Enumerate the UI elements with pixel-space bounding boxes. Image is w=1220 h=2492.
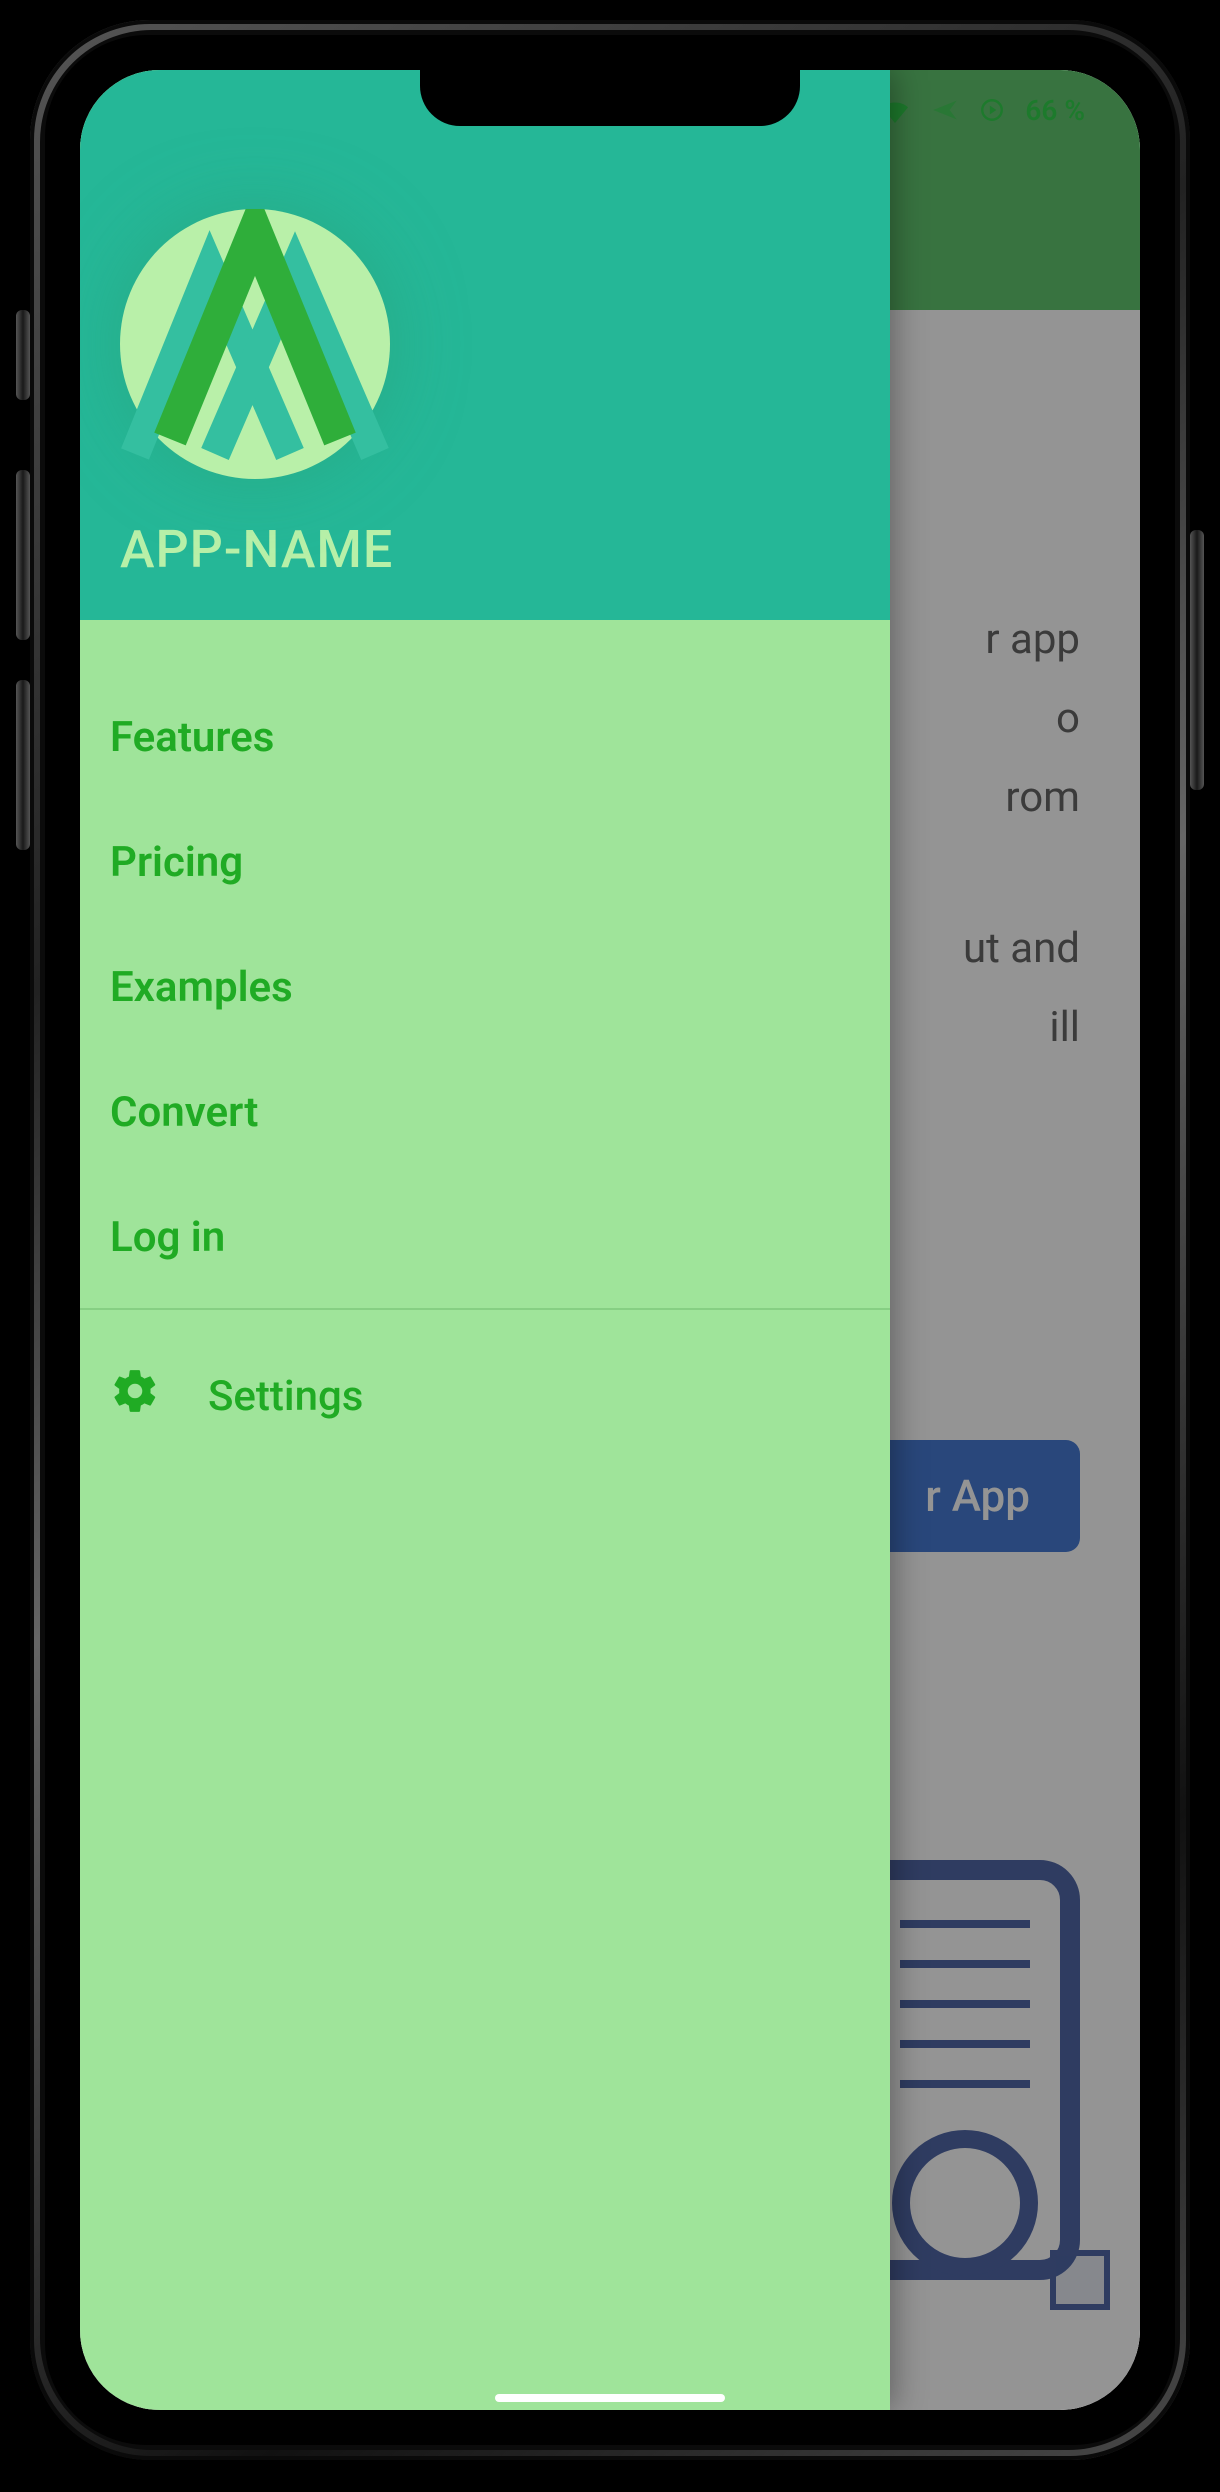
drawer-settings-label: Settings — [208, 1372, 363, 1421]
drawer-item-pricing[interactable]: Pricing — [110, 800, 860, 925]
phone-side-button — [16, 680, 30, 850]
app-logo — [120, 209, 390, 479]
drawer-item-settings[interactable]: Settings — [110, 1328, 860, 1465]
drawer-item-convert[interactable]: Convert — [110, 1050, 860, 1175]
gear-icon — [110, 1366, 160, 1427]
drawer-list: Features Pricing Examples Convert Log in… — [80, 620, 890, 1465]
app-name: APP-NAME — [120, 519, 850, 580]
screenshot-root: r app o rom ut and ill r App 15:40 — [0, 0, 1220, 2492]
battery-percent: 66 % — [1025, 94, 1085, 127]
phone-side-button — [1190, 530, 1204, 790]
phone-screen: r app o rom ut and ill r App 15:40 — [80, 70, 1140, 2410]
home-indicator — [495, 2394, 725, 2402]
drawer-item-features[interactable]: Features — [110, 675, 860, 800]
phone-side-button — [16, 470, 30, 640]
drawer-divider — [80, 1308, 890, 1310]
phone-side-button — [16, 310, 30, 400]
navigation-drawer: APP-NAME Features Pricing Examples Conve… — [80, 70, 890, 2410]
drawer-header: APP-NAME — [80, 70, 890, 620]
drawer-item-examples[interactable]: Examples — [110, 925, 860, 1050]
battery-icon — [979, 97, 1005, 123]
phone-notch — [420, 70, 800, 126]
airplane-icon — [931, 96, 959, 124]
drawer-item-login[interactable]: Log in — [110, 1175, 860, 1300]
